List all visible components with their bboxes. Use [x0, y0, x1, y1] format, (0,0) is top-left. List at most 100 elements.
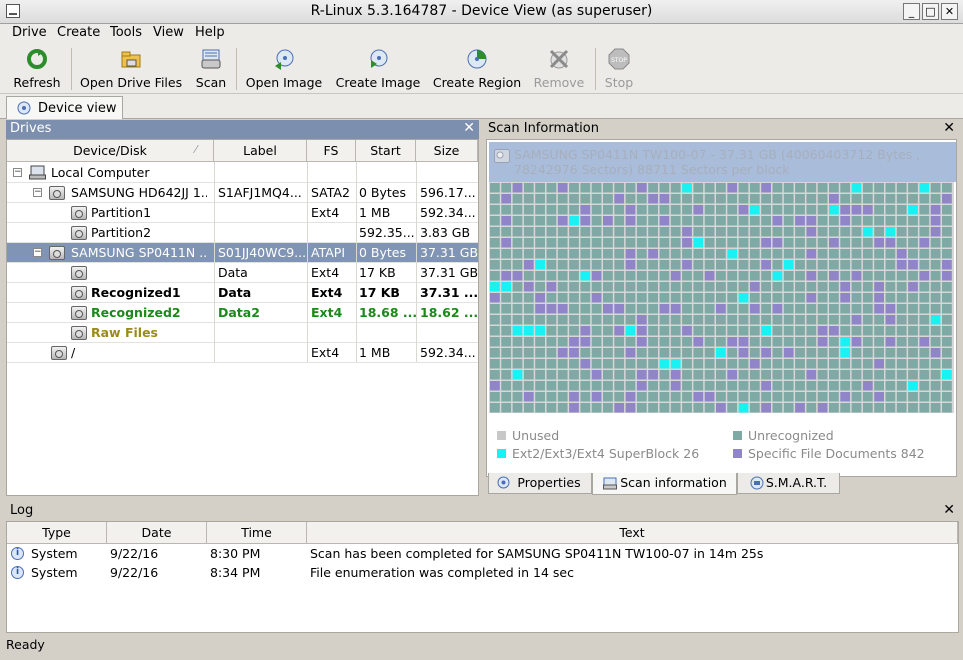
- refresh-button[interactable]: Refresh: [10, 48, 64, 92]
- tree-row[interactable]: − SAMSUNG SP0411N ... S01JJ40WC9... ATAPI 0 …: [7, 243, 478, 263]
- scan-block: [670, 238, 681, 248]
- device-fs: Ext4: [311, 265, 340, 280]
- scan-block: [761, 260, 771, 270]
- collapse-toggle-icon[interactable]: −: [33, 188, 42, 197]
- scan-block: [501, 238, 512, 248]
- log-column-type[interactable]: Type: [7, 522, 107, 544]
- tree-row[interactable]: Recognized2 Data2 Ext4 18.68 ... 18.62 ...: [7, 303, 478, 323]
- scan-block: [603, 260, 613, 270]
- log-type: System: [31, 565, 78, 580]
- tab-properties[interactable]: Properties: [488, 473, 592, 494]
- scan-block: [501, 337, 512, 347]
- scan-block: [919, 326, 930, 336]
- menu-create[interactable]: Create: [57, 25, 100, 40]
- scan-block: [591, 304, 602, 314]
- column-fs[interactable]: FS: [307, 140, 356, 162]
- open-drive-files-button[interactable]: Open Drive Files: [80, 48, 182, 92]
- scan-block: [896, 293, 907, 303]
- menu-help[interactable]: Help: [195, 25, 225, 40]
- tree-row[interactable]: − Local Computer: [7, 163, 478, 183]
- collapse-toggle-icon[interactable]: −: [13, 168, 22, 177]
- drives-close-button[interactable]: ✕: [463, 120, 475, 136]
- scan-block: [851, 183, 862, 193]
- minimize-button[interactable]: _: [903, 3, 920, 20]
- log-row[interactable]: i System 9/22/16 8:34 PM File enumeratio…: [7, 563, 958, 582]
- column-start[interactable]: Start: [356, 140, 416, 162]
- scan-block: [761, 359, 771, 369]
- tree-row[interactable]: Raw Files: [7, 323, 478, 343]
- scan-block: [501, 370, 512, 380]
- scan-block: [896, 216, 907, 226]
- menu-tools[interactable]: Tools: [110, 25, 142, 40]
- scan-block: [693, 315, 704, 325]
- create-image-button[interactable]: Create Image: [333, 48, 423, 92]
- toolbar-separator: [71, 48, 72, 90]
- tree-row[interactable]: Data Ext4 17 KB 37.31 GB: [7, 263, 478, 283]
- tab-smart[interactable]: S.M.A.R.T.: [737, 473, 840, 494]
- column-label[interactable]: Label: [214, 140, 307, 162]
- log-row[interactable]: i System 9/22/16 8:30 PM Scan has been c…: [7, 544, 958, 563]
- scan-block: [885, 337, 896, 347]
- column-device-disk[interactable]: Device/Disk: [7, 140, 214, 162]
- remove-button[interactable]: Remove: [532, 48, 586, 92]
- scan-block: [738, 216, 749, 226]
- log-column-text[interactable]: Text: [307, 522, 958, 544]
- device-size: 37.31 ...: [420, 285, 479, 300]
- scan-block: [636, 282, 647, 292]
- menu-drive[interactable]: Drive: [12, 25, 47, 40]
- scan-block: [749, 216, 760, 226]
- column-size[interactable]: Size: [416, 140, 478, 162]
- tree-row[interactable]: Partition1 Ext4 1 MB 592.34...: [7, 203, 478, 223]
- scan-block: [919, 271, 930, 281]
- log-close-button[interactable]: ✕: [943, 502, 955, 518]
- create-image-label: Create Image: [335, 75, 421, 90]
- scan-block: [942, 183, 952, 193]
- tree-row[interactable]: Partition2 592.35... 3.83 GB: [7, 223, 478, 243]
- scan-block: [501, 304, 512, 314]
- scan-block: [490, 370, 500, 380]
- scan-block: [535, 183, 545, 193]
- scan-block: [603, 249, 613, 259]
- close-button[interactable]: ✕: [941, 3, 958, 20]
- scan-block: [614, 348, 625, 358]
- scan-block: [625, 282, 636, 292]
- collapse-toggle-icon[interactable]: −: [33, 248, 42, 257]
- scan-block: [862, 337, 873, 347]
- scan-information-close-button[interactable]: ✕: [943, 120, 955, 136]
- scan-block: [862, 194, 873, 204]
- scan-button[interactable]: Scan: [193, 48, 229, 92]
- device-name: Partition1: [91, 205, 152, 220]
- scan-block: [716, 403, 726, 413]
- maximize-button[interactable]: □: [922, 3, 939, 20]
- drives-tree: Device/Disk ⁄ Label FS Start Size − Local…: [6, 139, 479, 496]
- scan-block: [862, 249, 873, 259]
- tree-row[interactable]: / Ext4 1 MB 592.34...: [7, 343, 478, 363]
- tab-device-view[interactable]: Device view: [6, 96, 123, 119]
- scan-block: [885, 403, 896, 413]
- open-image-button[interactable]: Open Image: [244, 48, 324, 92]
- tab-scan-information[interactable]: Scan information: [592, 473, 737, 495]
- stop-button[interactable]: STOP Stop: [601, 48, 637, 92]
- tree-row[interactable]: − SAMSUNG HD642JJ 1... S1AFJ1MQ4... SATA2 0 …: [7, 183, 478, 203]
- scan-block: [749, 194, 760, 204]
- log-column-time[interactable]: Time: [207, 522, 307, 544]
- tree-row[interactable]: Recognized1 Data Ext4 17 KB 37.31 ...: [7, 283, 478, 303]
- scan-block: [738, 315, 749, 325]
- menu-view[interactable]: View: [153, 25, 184, 40]
- scan-block: [591, 315, 602, 325]
- scan-block: [648, 249, 658, 259]
- scan-block: [682, 293, 692, 303]
- scan-block: [636, 183, 647, 193]
- scan-block: [614, 238, 625, 248]
- scan-block: [749, 370, 760, 380]
- properties-icon: [497, 476, 510, 489]
- scan-block: [636, 271, 647, 281]
- scan-block: [862, 227, 873, 237]
- scan-block: [851, 304, 862, 314]
- scan-block: [783, 403, 794, 413]
- scan-block: [851, 359, 862, 369]
- log-column-date[interactable]: Date: [107, 522, 207, 544]
- scan-block: [670, 304, 681, 314]
- create-region-button[interactable]: Create Region: [431, 48, 523, 92]
- scan-block: [490, 216, 500, 226]
